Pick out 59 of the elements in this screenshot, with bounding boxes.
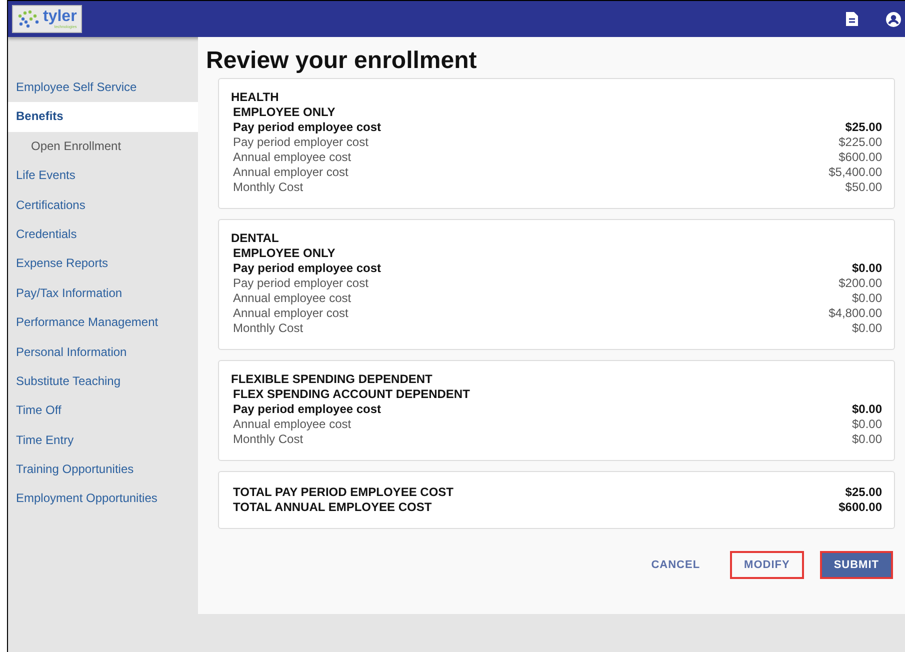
plan-coverage: FLEX SPENDING ACCOUNT DEPENDENT (232, 387, 471, 402)
cost-value: $0.00 (852, 402, 882, 417)
document-icon[interactable] (846, 12, 858, 26)
cost-value: $0.00 (852, 321, 882, 336)
sidebar-subitem[interactable]: Open Enrollment (8, 132, 198, 162)
plan-name: FLEXIBLE SPENDING DEPENDENT (231, 372, 434, 387)
cost-value: $600.00 (838, 150, 882, 165)
total-value: $25.00 (845, 485, 882, 500)
sidebar-item[interactable]: Training Opportunities (8, 455, 198, 484)
cost-value: $200.00 (838, 276, 882, 291)
logo-name: tyler (43, 9, 77, 25)
cost-label: Annual employee cost (233, 417, 352, 432)
sidebar-item[interactable]: Time Off (8, 396, 198, 426)
cost-label: Monthly Cost (233, 180, 304, 195)
sidebar-item[interactable]: Certifications (8, 190, 198, 220)
cost-label: Monthly Cost (233, 321, 304, 336)
cost-label: Annual employer cost (233, 306, 348, 321)
cost-value: $0.00 (852, 417, 882, 432)
sidebar-item[interactable]: Pay/Tax Information (8, 278, 198, 308)
total-label: TOTAL PAY PERIOD EMPLOYEE COST (233, 485, 454, 500)
action-button[interactable]: CANCEL (637, 551, 714, 579)
account-icon[interactable] (886, 12, 901, 26)
page-title: Review your enrollment (206, 47, 478, 75)
cost-label: Pay period employee cost (233, 261, 382, 276)
cost-label: Annual employee cost (233, 291, 352, 306)
cost-label: Annual employer cost (233, 165, 348, 180)
sidebar-item[interactable]: Time Entry (8, 426, 198, 456)
sidebar-item[interactable]: Performance Management (8, 308, 198, 338)
total-label: TOTAL ANNUAL EMPLOYEE COST (233, 500, 432, 515)
cost-label: Pay period employee cost (233, 120, 382, 135)
cost-value: $0.00 (852, 261, 882, 276)
logo-mark-icon (17, 10, 41, 28)
cost-value: $4,800.00 (828, 306, 882, 321)
sidebar-item[interactable]: Life Events (8, 161, 198, 191)
cost-label: Pay period employer cost (233, 135, 368, 150)
sidebar-item[interactable]: Substitute Teaching (8, 366, 198, 396)
action-button[interactable]: MODIFY (730, 551, 804, 579)
plan-name: DENTAL (231, 231, 280, 246)
plan-coverage: EMPLOYEE ONLY (232, 105, 336, 120)
sidebar-item[interactable]: Expense Reports (8, 249, 198, 279)
cost-value: $225.00 (838, 135, 882, 150)
sidebar-item[interactable]: Employment Opportunities (8, 484, 198, 514)
sidebar-item[interactable]: Benefits (8, 102, 198, 132)
cost-label: Pay period employee cost (233, 402, 382, 417)
sidebar-item[interactable]: Employee Self Service (8, 73, 198, 102)
sidebar-item[interactable]: Credentials (8, 220, 198, 250)
cost-value: $50.00 (845, 180, 882, 195)
cost-value: $0.00 (852, 432, 882, 447)
cost-value: $25.00 (845, 120, 882, 135)
cost-value: $5,400.00 (828, 165, 882, 180)
cost-label: Pay period employer cost (233, 276, 368, 291)
plan-coverage: EMPLOYEE ONLY (232, 246, 336, 261)
cost-label: Monthly Cost (233, 432, 304, 447)
cost-label: Annual employee cost (233, 150, 352, 165)
plan-name: HEALTH (231, 90, 280, 105)
sidebar-item[interactable]: Personal Information (8, 338, 198, 367)
cost-value: $0.00 (852, 291, 882, 306)
action-button[interactable]: SUBMIT (820, 551, 893, 579)
total-value: $600.00 (838, 500, 882, 515)
